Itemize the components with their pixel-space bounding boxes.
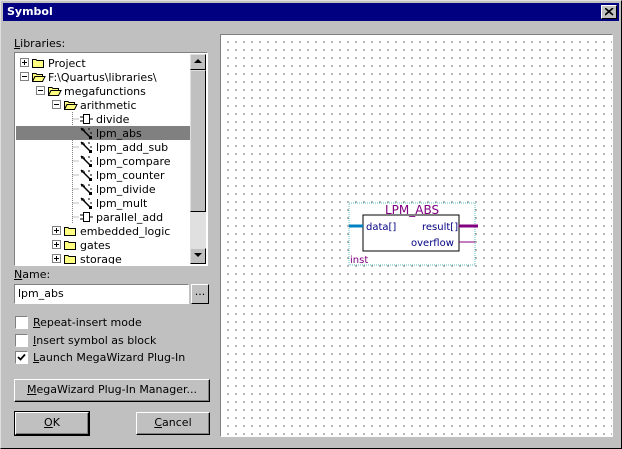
megawizard-icon: [80, 155, 92, 167]
launch-megawizard-checkbox[interactable]: [15, 351, 28, 364]
lpm-abs-symbol: LPM_ABS data[] result[] overflow inst: [348, 202, 478, 266]
tree-item-label: F:\Quartus\libraries\: [48, 71, 157, 84]
tree-item-label: lpm_add_sub: [96, 141, 169, 154]
tree-item[interactable]: lpm_divide: [16, 182, 192, 196]
plus-expander-icon[interactable]: [52, 240, 61, 249]
repeat-insert-label[interactable]: Repeat-insert mode: [33, 316, 142, 329]
tree-item-label: divide: [96, 113, 130, 126]
tree-connector: [72, 126, 79, 140]
block-symbol-icon: [80, 212, 93, 222]
minus-expander-icon[interactable]: [36, 86, 45, 95]
tree-item[interactable]: parallel_add: [16, 210, 192, 224]
arrow-down-icon: [194, 253, 202, 257]
megawizard-icon: [80, 183, 92, 195]
scroll-down-button[interactable]: [190, 248, 206, 264]
folder-icon: [64, 227, 76, 236]
tree-item-label: Project: [48, 57, 86, 70]
minus-expander-icon[interactable]: [52, 100, 61, 109]
tree-item[interactable]: Project: [16, 56, 192, 70]
scroll-up-button[interactable]: [190, 54, 206, 70]
tree-connector: [72, 112, 79, 126]
tree-item-label: lpm_compare: [96, 155, 171, 168]
tree-item[interactable]: lpm_abs: [16, 126, 192, 140]
tree-connector: [72, 154, 79, 168]
checkmark-icon: [17, 353, 26, 361]
window-title: Symbol: [7, 5, 53, 18]
folder-open-icon: [32, 73, 46, 82]
scroll-thumb[interactable]: [190, 70, 206, 212]
tree-item-label: storage: [80, 253, 122, 264]
folder-icon: [32, 59, 44, 68]
tree-connector: [72, 210, 79, 224]
megawizard-manager-button[interactable]: MegaWizard Plug-In Manager...: [14, 379, 210, 402]
libraries-label: Libraries:: [14, 37, 66, 50]
cancel-button[interactable]: Cancel: [136, 412, 210, 435]
browse-button[interactable]: ...: [191, 284, 209, 304]
tree-connector: [72, 196, 79, 210]
tree-connector: [72, 140, 79, 154]
tree-item[interactable]: gates: [16, 238, 192, 252]
tree-content: Project F:\Quartus\libraries\ megafunction…: [16, 54, 192, 264]
tree-item-label: lpm_divide: [96, 183, 156, 196]
tree-item[interactable]: divide: [16, 112, 192, 126]
tree-item-label: lpm_counter: [96, 169, 165, 182]
megawizard-icon: [80, 127, 92, 139]
repeat-insert-checkbox[interactable]: [15, 316, 28, 329]
tree-item-label: lpm_mult: [96, 197, 148, 210]
tree-item[interactable]: lpm_mult: [16, 196, 192, 210]
tree-item[interactable]: lpm_counter: [16, 168, 192, 182]
tree-item[interactable]: megafunctions: [16, 84, 192, 98]
title-bar[interactable]: Symbol: [3, 3, 619, 21]
tree-item-label: arithmetic: [80, 99, 137, 112]
tree-item[interactable]: arithmetic: [16, 98, 192, 112]
plus-expander-icon[interactable]: [20, 58, 29, 67]
close-button[interactable]: [601, 5, 617, 19]
name-input[interactable]: lpm_abs: [14, 284, 189, 304]
tree-item-label: embedded_logic: [80, 225, 171, 238]
tree-vertical-scrollbar[interactable]: [190, 54, 206, 264]
ok-button[interactable]: OK: [14, 411, 90, 436]
port-result-label: result[]: [422, 222, 458, 233]
tree-item-label: parallel_add: [96, 211, 164, 224]
tree-item-label: gates: [80, 239, 111, 252]
plus-expander-icon[interactable]: [52, 226, 61, 235]
symbol-preview-canvas: LPM_ABS data[] result[] overflow inst: [220, 34, 613, 437]
launch-megawizard-label[interactable]: Launch MegaWizard Plug-In: [33, 351, 185, 364]
tree-item-label: lpm_abs: [96, 127, 142, 140]
port-data-label: data[]: [366, 222, 396, 233]
tree-item[interactable]: storage: [16, 252, 192, 264]
tree-item[interactable]: F:\Quartus\libraries\: [16, 70, 192, 84]
libraries-tree[interactable]: Project F:\Quartus\libraries\ megafunction…: [14, 52, 208, 266]
insert-as-block-checkbox[interactable]: [15, 334, 28, 347]
tree-item[interactable]: lpm_compare: [16, 154, 192, 168]
tree-connector: [72, 182, 79, 196]
megawizard-icon: [80, 197, 92, 209]
tree-item[interactable]: embedded_logic: [16, 224, 192, 238]
folder-open-icon: [64, 101, 78, 110]
port-overflow-label: overflow: [411, 238, 454, 249]
block-symbol-icon: [80, 114, 93, 124]
tree-connector: [72, 168, 79, 182]
close-icon: [605, 8, 614, 16]
name-label: Name:: [14, 268, 51, 281]
folder-icon: [64, 241, 76, 250]
instance-label: inst: [350, 255, 368, 266]
insert-as-block-label[interactable]: Insert symbol as block: [33, 334, 156, 347]
tree-item[interactable]: lpm_add_sub: [16, 140, 192, 154]
megawizard-icon: [80, 169, 92, 181]
symbol-dialog: Symbol Libraries: Project F:\Quartus\libr…: [0, 0, 622, 449]
symbol-title: LPM_ABS: [385, 203, 439, 217]
tree-item-label: megafunctions: [64, 85, 146, 98]
folder-icon: [64, 255, 76, 264]
folder-open-icon: [48, 87, 62, 96]
megawizard-icon: [80, 141, 92, 153]
arrow-up-icon: [194, 59, 202, 63]
plus-expander-icon[interactable]: [52, 254, 61, 263]
minus-expander-icon[interactable]: [20, 72, 29, 81]
